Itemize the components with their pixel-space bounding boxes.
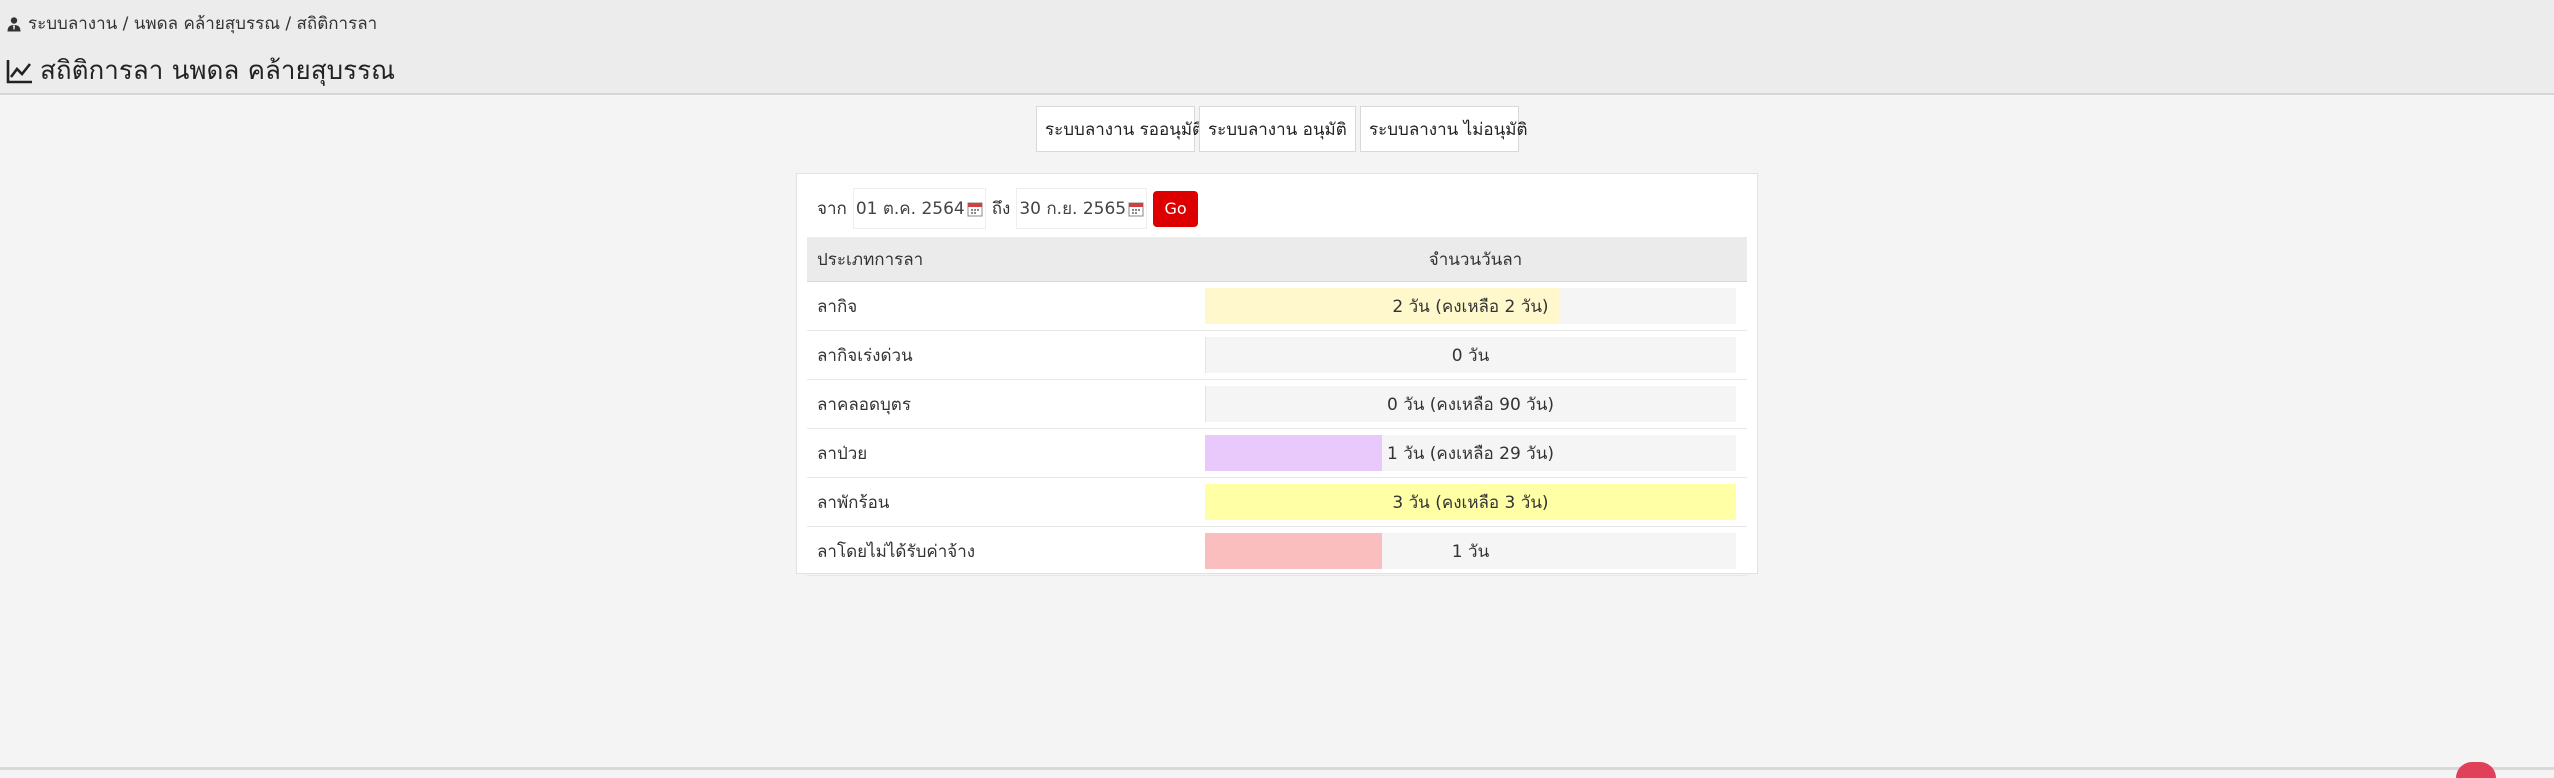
from-date-field[interactable]: 01 ต.ค. 2564 (852, 188, 986, 229)
date-filter: จาก 01 ต.ค. 2564 ถึง 30 ก.ย. 2565 Go (817, 188, 1199, 229)
page-title: สถิติการลา นพดล คล้ายสุบรรณ (6, 50, 395, 91)
breadcrumb: ระบบลางาน / นพดล คล้ายสุบรรณ / สถิติการล… (6, 10, 377, 37)
breadcrumb-text[interactable]: ระบบลางาน / นพดล คล้ายสุบรรณ / สถิติการล… (28, 10, 377, 37)
to-date-value[interactable]: 30 ก.ย. 2565 (1019, 195, 1126, 222)
from-label: จาก (817, 199, 847, 219)
leave-progress: 2 วัน (คงเหลือ 2 วัน) (1205, 288, 1736, 324)
page-header: ระบบลางาน / นพดล คล้ายสุบรรณ / สถิติการล… (0, 0, 2554, 95)
table-row: ลากิจ 2 วัน (คงเหลือ 2 วัน) (807, 281, 1747, 331)
leave-type: ลาคลอดบุตร (807, 379, 1204, 429)
leave-type: ลาป่วย (807, 428, 1204, 478)
leave-days-text: 0 วัน (คงเหลือ 90 วัน) (1387, 394, 1554, 415)
header-leave-days: จำนวนวันลา (1204, 237, 1747, 282)
leave-progress: 1 วัน (คงเหลือ 29 วัน) (1205, 435, 1736, 471)
tab-pending[interactable]: ระบบลางาน รออนุมัติ (1036, 106, 1203, 152)
header-leave-type: ประเภทการลา (807, 237, 1204, 282)
leave-days-text: 2 วัน (คงเหลือ 2 วัน) (1392, 296, 1549, 317)
leave-status-tabs: ระบบลางาน รออนุมัติ ระบบลางาน อนุมัติ ระ… (1036, 106, 1528, 152)
leave-type: ลากิจเร่งด่วน (807, 330, 1204, 380)
leave-progress: 3 วัน (คงเหลือ 3 วัน) (1205, 484, 1736, 520)
table-row: ลาคลอดบุตร 0 วัน (คงเหลือ 90 วัน) (807, 379, 1747, 429)
leave-progress: 1 วัน (1205, 533, 1736, 569)
from-date-value[interactable]: 01 ต.ค. 2564 (856, 195, 965, 222)
leave-stats-table: ประเภทการลา จำนวนวันลา ลากิจ 2 วัน (คงเห… (807, 237, 1747, 576)
leave-days-text: 0 วัน (1451, 345, 1490, 366)
to-label: ถึง (991, 199, 1011, 219)
tab-approved[interactable]: ระบบลางาน อนุมัติ (1199, 106, 1356, 152)
leave-progress: 0 วัน (คงเหลือ 90 วัน) (1205, 386, 1736, 422)
calendar-icon[interactable] (1128, 201, 1144, 217)
leave-stats-panel: จาก 01 ต.ค. 2564 ถึง 30 ก.ย. 2565 Go ประ… (796, 173, 1758, 576)
table-row: ลาพักร้อน 3 วัน (คงเหลือ 3 วัน) (807, 477, 1747, 527)
line-chart-icon (6, 59, 32, 83)
tab-rejected[interactable]: ระบบลางาน ไม่อนุมัติ (1360, 106, 1528, 152)
leave-type: ลากิจ (807, 281, 1204, 331)
leave-days-text: 1 วัน (1451, 541, 1490, 562)
table-header-row: ประเภทการลา จำนวนวันลา (807, 237, 1747, 282)
table-row: ลากิจเร่งด่วน 0 วัน (807, 330, 1747, 380)
help-bubble[interactable] (2456, 762, 2496, 778)
leave-type: ลาพักร้อน (807, 477, 1204, 527)
to-date-field[interactable]: 30 ก.ย. 2565 (1016, 188, 1148, 229)
user-tie-icon (7, 16, 21, 31)
page-title-text: สถิติการลา นพดล คล้ายสุบรรณ (40, 56, 396, 86)
calendar-icon[interactable] (967, 201, 983, 217)
table-row: ลาโดยไม่ได้รับค่าจ้าง 1 วัน (807, 526, 1747, 576)
leave-days-text: 1 วัน (คงเหลือ 29 วัน) (1387, 443, 1554, 464)
table-row: ลาป่วย 1 วัน (คงเหลือ 29 วัน) (807, 428, 1747, 478)
leave-days-text: 3 วัน (คงเหลือ 3 วัน) (1392, 492, 1549, 513)
leave-type: ลาโดยไม่ได้รับค่าจ้าง (807, 526, 1204, 576)
leave-progress: 0 วัน (1205, 337, 1736, 373)
go-button[interactable]: Go (1153, 190, 1199, 227)
